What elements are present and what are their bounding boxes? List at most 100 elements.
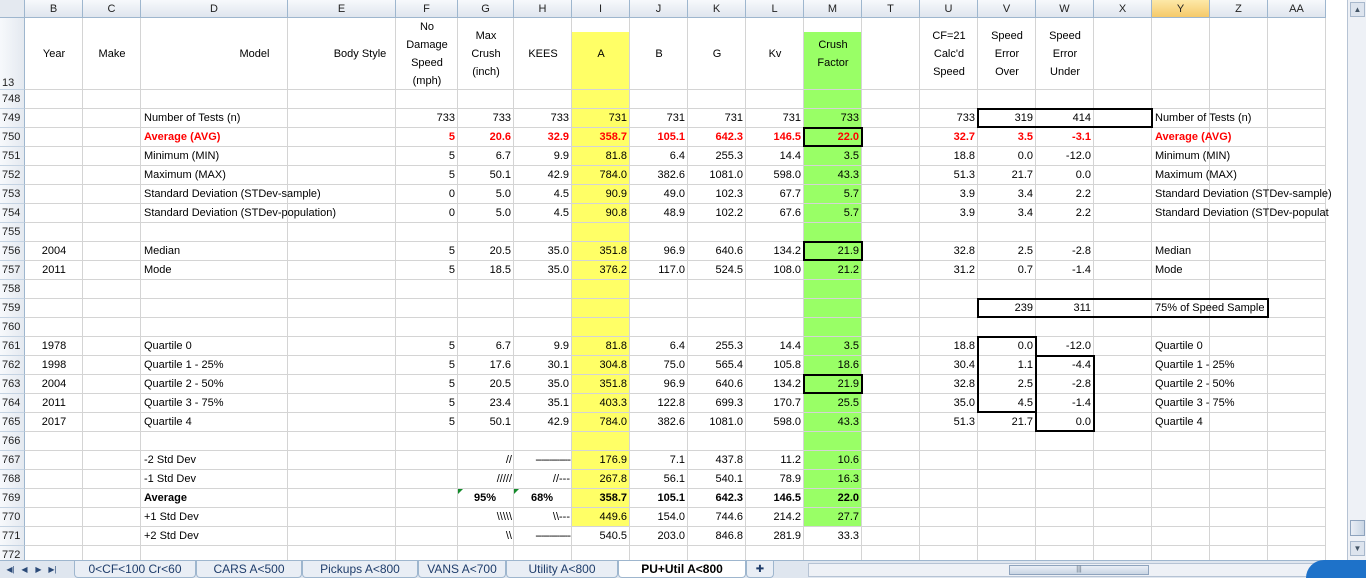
cell-k-753[interactable]: 102.3 (688, 188, 743, 201)
cell-j-768[interactable]: 56.1 (630, 473, 685, 486)
cell-l-761[interactable]: 14.4 (746, 340, 801, 353)
cell-l-756[interactable]: 134.2 (746, 245, 801, 258)
cell-h-752[interactable]: 42.9 (514, 169, 569, 182)
cell-m-749[interactable]: 733 (804, 112, 859, 125)
cell-u-762[interactable]: 30.4 (920, 359, 975, 372)
cell-k-768[interactable]: 540.1 (688, 473, 743, 486)
cell-i-761[interactable]: 81.8 (572, 340, 627, 353)
row-header[interactable]: 748 (0, 90, 25, 109)
cell-g-749[interactable]: 733 (458, 112, 511, 125)
cell-w-762[interactable]: -4.4 (1036, 359, 1091, 372)
cell-k-767[interactable]: 437.8 (688, 454, 743, 467)
cell-w-756[interactable]: -2.8 (1036, 245, 1091, 258)
cell-g-751[interactable]: 6.7 (458, 150, 511, 163)
cell-k-770[interactable]: 744.6 (688, 511, 743, 524)
cell-w-757[interactable]: -1.4 (1036, 264, 1091, 277)
cell-v-765[interactable]: 21.7 (978, 416, 1033, 429)
column-header-k[interactable]: K (688, 0, 746, 18)
cell-i-768[interactable]: 267.8 (572, 473, 627, 486)
cell-m-750[interactable]: 22.0 (804, 131, 859, 144)
cell-i-749[interactable]: 731 (572, 112, 627, 125)
column-header-d[interactable]: D (141, 0, 288, 18)
cell-j-754[interactable]: 48.9 (630, 207, 685, 220)
insert-sheet-icon[interactable]: ✚ (746, 561, 774, 578)
cell-j-765[interactable]: 382.6 (630, 416, 685, 429)
column-header-f[interactable]: F (396, 0, 458, 18)
cell-m-762[interactable]: 18.6 (804, 359, 859, 372)
row-header[interactable]: 762 (0, 356, 25, 375)
cell-i-763[interactable]: 351.8 (572, 378, 627, 391)
row-header[interactable]: 771 (0, 527, 25, 546)
cell-w-751[interactable]: -12.0 (1036, 150, 1091, 163)
cell-v-754[interactable]: 3.4 (978, 207, 1033, 220)
cell-l-757[interactable]: 108.0 (746, 264, 801, 277)
cell-k-757[interactable]: 524.5 (688, 264, 743, 277)
row-header[interactable]: 755 (0, 223, 25, 242)
cell-m-752[interactable]: 43.3 (804, 169, 859, 182)
cell-h-767[interactable]: ------------- (514, 454, 571, 467)
cell-j-770[interactable]: 154.0 (630, 511, 685, 524)
cell-l-763[interactable]: 134.2 (746, 378, 801, 391)
cell-g-769[interactable]: 95% (458, 492, 512, 505)
cell-h-762[interactable]: 30.1 (514, 359, 569, 372)
row-header[interactable]: 770 (0, 508, 25, 527)
cell-l-770[interactable]: 214.2 (746, 511, 801, 524)
cell-f-765[interactable]: 5 (396, 416, 455, 429)
cell-k-769[interactable]: 642.3 (688, 492, 743, 505)
cell-h-770[interactable]: \\--- (514, 511, 570, 524)
cell-b-765[interactable]: 2017 (25, 416, 83, 429)
column-header-l[interactable]: L (746, 0, 804, 18)
scroll-up-icon[interactable]: ▲ (1350, 2, 1365, 17)
cell-h-753[interactable]: 4.5 (514, 188, 569, 201)
column-header-h[interactable]: H (514, 0, 572, 18)
cell-w-752[interactable]: 0.0 (1036, 169, 1091, 182)
cell-l-764[interactable]: 170.7 (746, 397, 801, 410)
cell-l-765[interactable]: 598.0 (746, 416, 801, 429)
column-header-m[interactable]: M (804, 0, 862, 18)
cell-g-764[interactable]: 23.4 (458, 397, 511, 410)
row-header[interactable]: 753 (0, 185, 25, 204)
cell-h-756[interactable]: 35.0 (514, 245, 569, 258)
cell-u-753[interactable]: 3.9 (920, 188, 975, 201)
cell-j-757[interactable]: 117.0 (630, 264, 685, 277)
cell-g-756[interactable]: 20.5 (458, 245, 511, 258)
cell-i-767[interactable]: 176.9 (572, 454, 627, 467)
spreadsheet-grid[interactable]: B C D E F G H I J K L M T U V W X Y Z AA 13 748 749 750 751 752 7… (0, 0, 1347, 560)
column-header-y[interactable]: Y (1152, 0, 1210, 18)
cell-g-771[interactable]: \\ (458, 530, 512, 543)
cell-l-754[interactable]: 67.6 (746, 207, 801, 220)
cell-f-752[interactable]: 5 (396, 169, 455, 182)
nav-first-icon[interactable]: ◀| (4, 563, 17, 576)
cell-l-751[interactable]: 14.4 (746, 150, 801, 163)
cell-v-752[interactable]: 21.7 (978, 169, 1033, 182)
cell-d-767[interactable]: -2 Std Dev (144, 454, 441, 467)
row-header[interactable]: 756 (0, 242, 25, 261)
cell-v-764[interactable]: 4.5 (978, 397, 1033, 410)
cell-w-759[interactable]: 311 (1036, 302, 1091, 315)
cell-h-763[interactable]: 35.0 (514, 378, 569, 391)
cell-h-768[interactable]: //--- (514, 473, 570, 486)
cell-k-751[interactable]: 255.3 (688, 150, 743, 163)
cell-m-761[interactable]: 3.5 (804, 340, 859, 353)
sheet-tab[interactable]: Utility A<800 (506, 561, 618, 578)
cell-i-762[interactable]: 304.8 (572, 359, 627, 372)
cell-w-761[interactable]: -12.0 (1036, 340, 1091, 353)
column-header-z[interactable]: Z (1210, 0, 1268, 18)
scroll-thumb[interactable] (1350, 520, 1365, 536)
cell-k-754[interactable]: 102.2 (688, 207, 743, 220)
cell-j-771[interactable]: 203.0 (630, 530, 685, 543)
column-header-x[interactable]: X (1094, 0, 1152, 18)
cell-f-764[interactable]: 5 (396, 397, 455, 410)
cell-m-767[interactable]: 10.6 (804, 454, 859, 467)
cell-y-759[interactable]: 75% of Speed Sample (1155, 302, 1347, 315)
cell-b-756[interactable]: 2004 (25, 245, 83, 258)
cell-f-756[interactable]: 5 (396, 245, 455, 258)
cell-h-771[interactable]: ------------- (514, 530, 571, 543)
cell-y-757[interactable]: Mode (1155, 264, 1347, 277)
cell-f-749[interactable]: 733 (396, 112, 455, 125)
cell-l-762[interactable]: 105.8 (746, 359, 801, 372)
cell-b-764[interactable]: 2011 (25, 397, 83, 410)
row-header[interactable]: 757 (0, 261, 25, 280)
cell-w-765[interactable]: 0.0 (1036, 416, 1091, 429)
cell-y-765[interactable]: Quartile 4 (1155, 416, 1347, 429)
